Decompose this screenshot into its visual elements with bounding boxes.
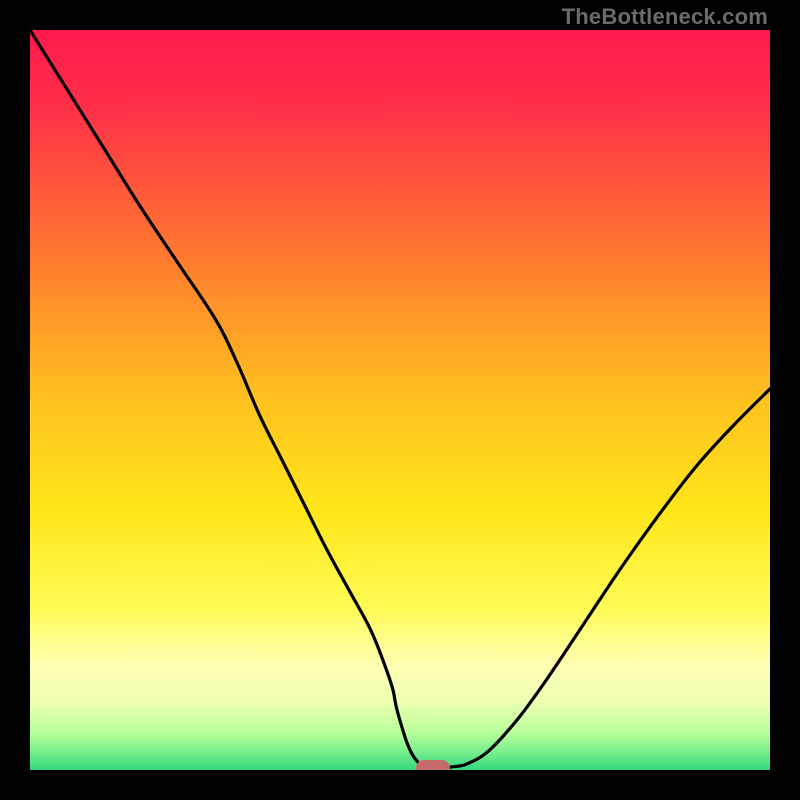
gradient-background: [30, 30, 770, 770]
optimal-point-marker: [416, 760, 450, 770]
watermark-text: TheBottleneck.com: [562, 4, 768, 30]
plot-area: [30, 30, 770, 770]
chart-frame: TheBottleneck.com: [0, 0, 800, 800]
chart-svg: [30, 30, 770, 770]
